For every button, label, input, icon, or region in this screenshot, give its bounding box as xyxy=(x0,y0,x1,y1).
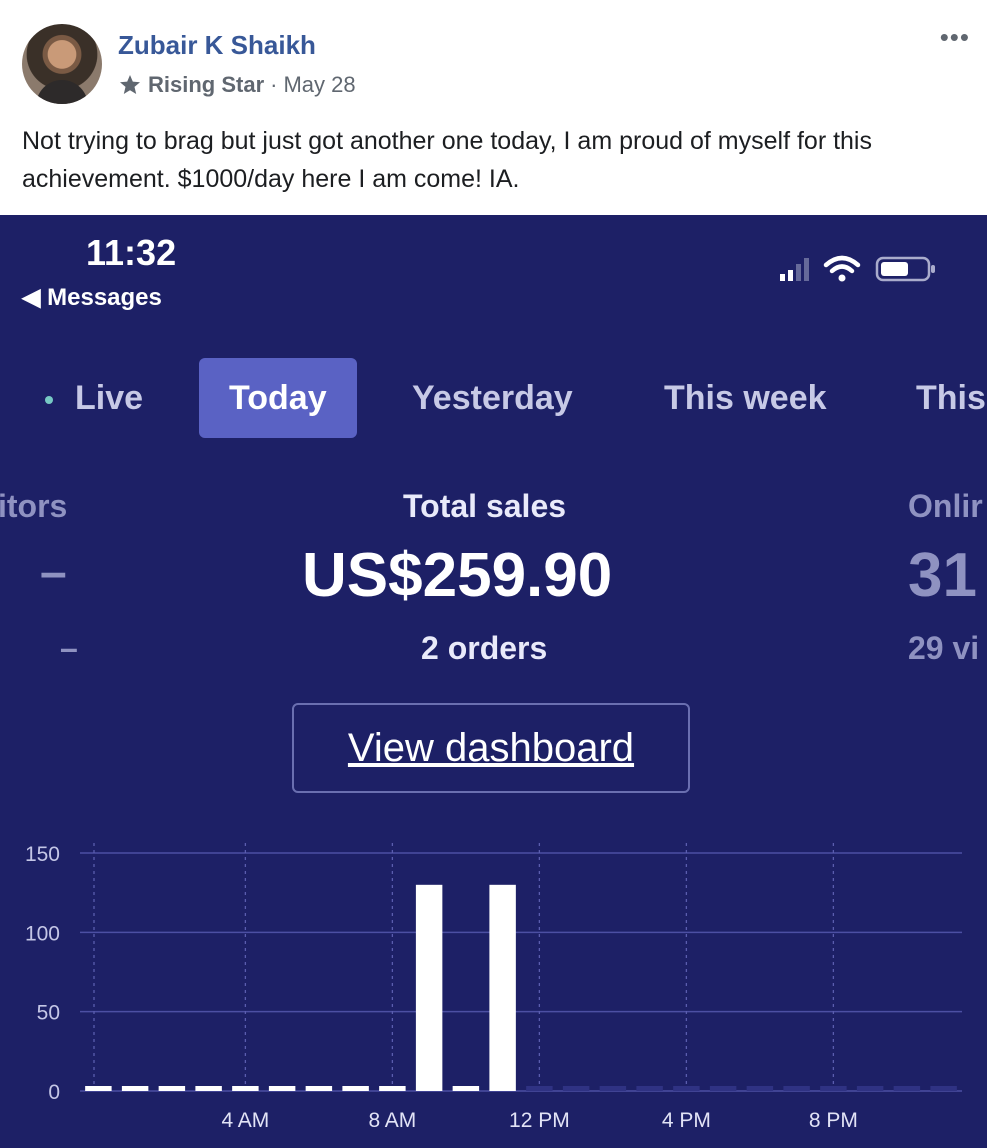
tab-yesterday[interactable]: Yesterday xyxy=(412,358,573,438)
total-sales-value: US$259.90 xyxy=(302,541,613,610)
x-tick-label: 8 PM xyxy=(809,1109,858,1132)
chart-bar xyxy=(893,1086,921,1091)
author-name[interactable]: Zubair K Shaikh xyxy=(118,30,316,61)
tab-this-week[interactable]: This week xyxy=(664,358,827,438)
chart-bar xyxy=(599,1086,627,1091)
x-tick-label: 4 AM xyxy=(221,1109,269,1132)
visitors-value: – xyxy=(40,546,67,599)
x-tick-label: 4 PM xyxy=(662,1109,711,1132)
chart-bar xyxy=(673,1086,700,1091)
tab-today[interactable]: Today xyxy=(199,358,357,438)
chart-bar xyxy=(85,1086,112,1091)
chart-bar xyxy=(305,1086,333,1091)
chart-bar xyxy=(342,1086,369,1091)
x-tick-label: 12 PM xyxy=(509,1109,570,1132)
orders-count: 2 orders xyxy=(421,630,548,666)
chart-bar xyxy=(158,1086,186,1091)
y-tick-label: 50 xyxy=(37,1002,60,1025)
chart-bar xyxy=(636,1086,663,1091)
chart-bar xyxy=(452,1086,480,1091)
total-sales-label: Total sales xyxy=(403,488,567,524)
status-time: 11:32 xyxy=(86,232,177,273)
post-header: Zubair K Shaikh Rising Star · May 28 •••… xyxy=(0,0,990,215)
chart-bar xyxy=(121,1086,149,1091)
more-options-icon[interactable]: ••• xyxy=(940,22,970,53)
chart-bar xyxy=(195,1086,222,1091)
post-meta: Rising Star · May 28 xyxy=(118,72,356,98)
chart-bar xyxy=(489,884,516,1091)
chart-bar xyxy=(415,884,443,1091)
hourly-sales-chart: 150 100 50 0 4 AM 8 AM 12 PM 4 PM 8 PM xyxy=(25,843,962,1132)
tab-this-month[interactable]: This xyxy=(916,358,986,438)
online-value: 31 xyxy=(908,541,977,610)
online-sub: 29 vi xyxy=(908,630,980,666)
rising-star-badge: Rising Star xyxy=(148,72,265,97)
chart-bar xyxy=(709,1086,737,1091)
chart-bar xyxy=(232,1086,259,1091)
shared-screenshot[interactable]: 11:32 ◀ Messages Live Today Yesterday Th… xyxy=(0,215,987,1148)
avatar[interactable] xyxy=(22,24,102,104)
visitors-sub: – xyxy=(60,630,78,666)
star-icon xyxy=(120,75,140,94)
chart-bar xyxy=(526,1086,553,1091)
y-tick-label: 100 xyxy=(25,922,60,945)
live-dot-icon xyxy=(45,396,53,405)
battery-icon xyxy=(875,256,935,282)
chart-bar xyxy=(562,1086,590,1091)
meta-separator: · xyxy=(270,72,278,97)
chart-bar xyxy=(930,1086,957,1091)
signal-icon xyxy=(780,257,809,281)
chart-bar xyxy=(746,1086,774,1091)
online-label: Onlir xyxy=(908,488,983,524)
back-to-messages: ◀ Messages xyxy=(22,284,162,311)
y-tick-label: 0 xyxy=(48,1081,60,1104)
chart-bar xyxy=(379,1086,406,1091)
post-date[interactable]: May 28 xyxy=(283,72,355,98)
chart-bar xyxy=(268,1086,296,1091)
chart-bar xyxy=(820,1086,847,1091)
chart-bar xyxy=(856,1086,884,1091)
wifi-icon xyxy=(823,255,861,282)
y-tick-label: 150 xyxy=(25,843,60,866)
x-tick-label: 8 AM xyxy=(368,1109,416,1132)
post-text: Not trying to brag but just got another … xyxy=(22,127,872,193)
status-icons xyxy=(780,255,937,283)
chart-bar xyxy=(783,1086,810,1091)
visitors-label: itors xyxy=(0,488,68,524)
period-tabs: Live Today Yesterday This week This xyxy=(0,358,987,438)
view-dashboard-button[interactable]: View dashboard xyxy=(292,703,690,793)
tab-live[interactable]: Live xyxy=(45,358,143,438)
